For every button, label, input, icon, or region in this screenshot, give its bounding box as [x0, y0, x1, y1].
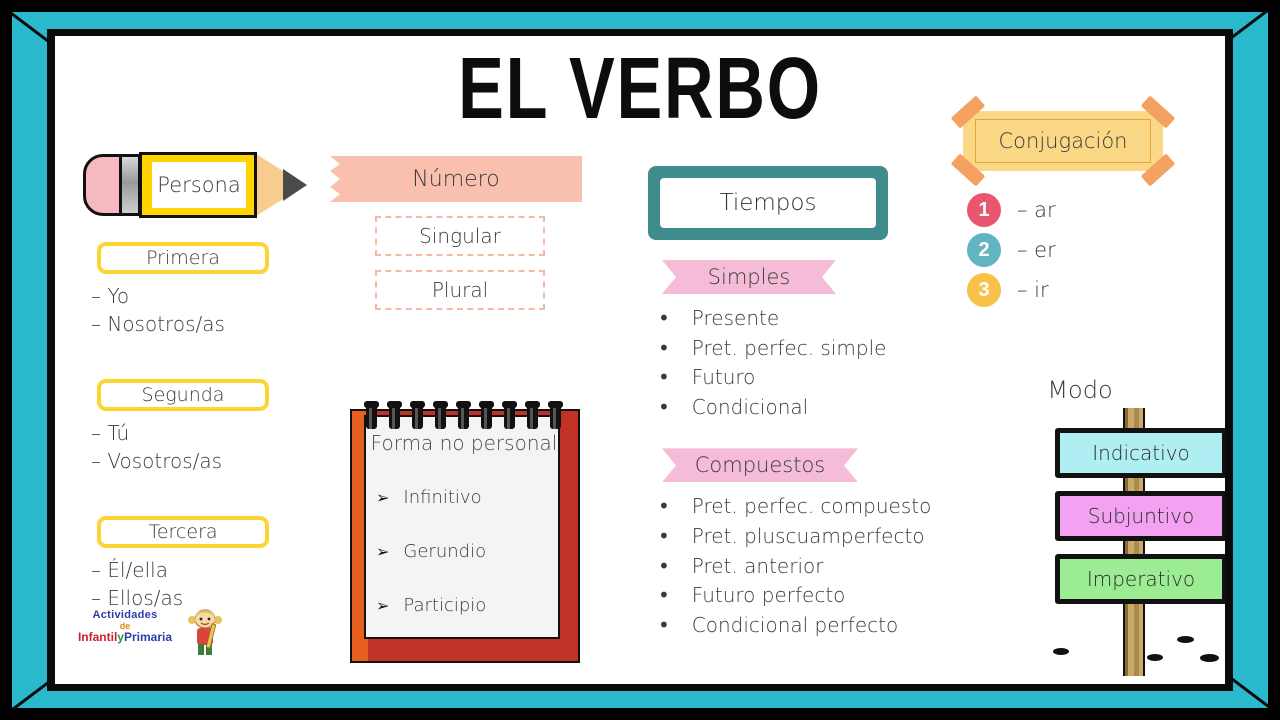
notepad-item-infinitivo: ➢ Infinitivo [376, 487, 482, 508]
arrow-bullet-icon: ➢ [376, 596, 390, 615]
notepad-item-gerundio: ➢ Gerundio [376, 541, 487, 562]
bullet-dot-icon: • [658, 335, 670, 360]
conjugacion-section: Conjugación 1 – ar 2 – er 3 – ir [945, 95, 1215, 307]
modo-sign-subjuntivo: Subjuntivo [1055, 491, 1225, 541]
conjugacion-card-inner: Conjugación [975, 119, 1151, 163]
tiempos-list-simples: • Presente • Pret. perfec. simple • Futuro … [658, 304, 960, 422]
pencil-icon: Persona [83, 146, 308, 224]
persona-items-primera: – Yo – Nosotros/as [91, 284, 225, 337]
ground-dot [1053, 648, 1069, 655]
tiempos-banner-compuestos: Compuestos [662, 448, 858, 483]
bullet-dot-icon: • [658, 306, 670, 330]
tiempos-plate: Tiempos [648, 166, 888, 240]
bullet-dot-icon: • [658, 583, 670, 608]
number-badge-3: 3 [967, 273, 1001, 307]
pencil-label: Persona [149, 159, 249, 211]
modo-sign-imperativo: Imperativo [1055, 554, 1225, 604]
tiempos-list-compuestos: • Pret. perfec. compuesto • Pret. pluscuam… [658, 492, 960, 640]
list-item: • Pret. pluscuamperfecto [658, 522, 960, 552]
poster-frame-outer: EL VERBO Persona Primera – Yo – Nosotros… [0, 0, 1280, 720]
notepad-item-participio: ➢ Participio [376, 595, 487, 616]
notepad-title: Forma no personal [370, 431, 558, 455]
logo-line-1: Actividades [92, 609, 158, 621]
ground-dot [1177, 636, 1194, 643]
plate-hole-tl [662, 179, 676, 193]
persona-items-tercera: – Él/ella – Ellos/as [91, 557, 184, 610]
persona-section: Persona Primera – Yo – Nosotros/as Segun… [75, 146, 335, 612]
list-item: • Futuro perfecto [658, 581, 960, 611]
tiempos-banner-simples: Simples [662, 260, 836, 294]
conjugacion-row-1: 1 – ar [967, 193, 1215, 227]
modo-sign-indicativo: Indicativo [1055, 428, 1225, 478]
logo-line-3b: y [117, 629, 124, 644]
plate-hole-tr [860, 179, 874, 193]
bullet-dot-icon: • [658, 394, 670, 419]
pencil-eraser [83, 154, 123, 216]
conjugacion-ending-2: – er [1017, 238, 1056, 262]
arrow-bullet-icon: ➢ [376, 488, 390, 507]
logo-line-3c: Primaria [123, 629, 173, 644]
list-item: • Condicional perfecto [658, 611, 960, 641]
bullet-dot-icon: • [658, 612, 670, 637]
site-logo: Actividades de InfantilyPrimaria [63, 608, 233, 660]
modo-title: Modo [1047, 376, 1113, 404]
child-mascot-icon [188, 609, 222, 655]
persona-group-heading-segunda: Segunda [97, 378, 269, 411]
arrow-bullet-icon: ➢ [376, 542, 390, 561]
list-item: • Pret. perfec. compuesto [658, 492, 960, 522]
numero-banner: Número [330, 156, 582, 202]
notepad-spiral-binding [364, 401, 566, 431]
numero-banner-label: Número [412, 166, 500, 192]
persona-title: Persona [157, 173, 241, 197]
conjugacion-row-3: 3 – ir [967, 273, 1215, 307]
number-badge-2: 2 [967, 233, 1001, 267]
tiempos-plate-inner: Tiempos [660, 178, 876, 228]
bullet-dot-icon: • [658, 553, 670, 578]
plate-hole-br [860, 213, 874, 227]
conjugacion-title: Conjugación [998, 129, 1128, 153]
numero-option-plural: Plural [375, 270, 545, 310]
tiempos-section: Tiempos Simples • Presente • Pret. perfec.… [640, 166, 960, 640]
conjugacion-ending-1: – ar [1017, 198, 1056, 222]
conjugacion-row-2: 2 – er [967, 233, 1215, 267]
ground-dot [1147, 654, 1163, 661]
bullet-dot-icon: • [658, 494, 670, 519]
logo-line-3: InfantilyPrimaria [65, 631, 185, 644]
logo-line-3a: Infantil [77, 629, 118, 644]
notepad-page: Forma no personal ➢ Infinitivo ➢ Gerundi… [364, 415, 560, 639]
number-badge-1: 1 [967, 193, 1001, 227]
conjugacion-ending-3: – ir [1017, 278, 1049, 302]
list-item: • Condicional [658, 393, 960, 423]
list-item: • Pret. anterior [658, 552, 960, 582]
list-item: • Presente [658, 304, 960, 334]
modo-section: Modo Indicativo Subjuntivo Imperativo [955, 376, 1225, 676]
numero-section: Número Singular Plural [330, 156, 590, 310]
logo-text: Actividades de InfantilyPrimaria [65, 609, 185, 644]
list-item: • Pret. perfec. simple [658, 334, 960, 364]
tiempos-title: Tiempos [719, 190, 817, 216]
conjugacion-card: Conjugación [950, 95, 1176, 187]
numero-option-singular: Singular [375, 216, 545, 256]
persona-items-segunda: – Tú – Vosotros/as [91, 420, 223, 474]
pencil-tip [283, 169, 307, 201]
persona-group-heading-tercera: Tercera [97, 515, 269, 548]
bullet-dot-icon: • [658, 365, 670, 390]
bullet-dot-icon: • [658, 523, 670, 548]
ground-dot [1200, 654, 1219, 662]
list-item: • Futuro [658, 363, 960, 393]
plate-hole-bl [662, 213, 676, 227]
forma-no-personal-notepad: Forma no personal ➢ Infinitivo ➢ Gerundi… [350, 401, 580, 663]
persona-group-heading-primera: Primera [97, 242, 269, 274]
pencil-ferrule [119, 154, 141, 216]
poster-canvas: EL VERBO Persona Primera – Yo – Nosotros… [55, 36, 1225, 684]
